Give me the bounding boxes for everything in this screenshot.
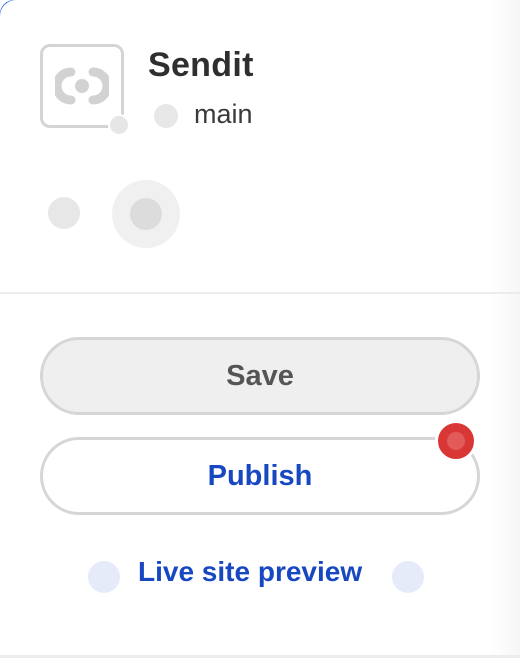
toggle-button[interactable] [112, 180, 180, 248]
external-link-icon [88, 561, 120, 593]
notification-dot-inner [447, 432, 465, 450]
branch-name[interactable]: main [194, 99, 253, 130]
toggle-icon [130, 198, 162, 230]
settings-icon[interactable] [48, 197, 80, 229]
branch-icon [154, 104, 178, 128]
save-button[interactable]: Save [40, 337, 480, 415]
live-site-preview-link[interactable]: Live site preview [138, 556, 362, 588]
deploy-panel: Sendit main Save Publish Live site previ… [0, 0, 520, 658]
notification-dot-icon [435, 420, 477, 462]
site-header: Sendit main [0, 0, 520, 294]
publish-button[interactable]: Publish [40, 437, 480, 515]
cloud-logo-icon [55, 67, 109, 105]
chevron-icon [392, 561, 424, 593]
site-name: Sendit [148, 46, 254, 84]
status-badge [108, 114, 130, 136]
